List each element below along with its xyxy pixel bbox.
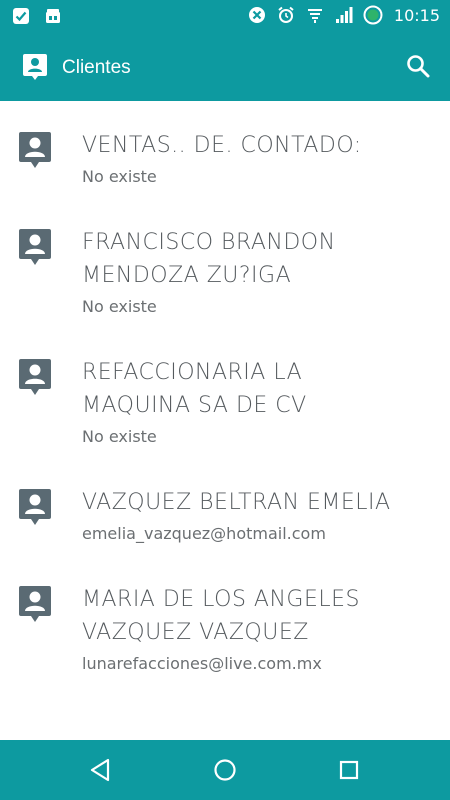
- navigation-bar: [0, 740, 450, 800]
- check-notification-icon: [11, 6, 31, 26]
- client-text: VAZQUEZ BELTRAN EMELIA emelia_vazquez@ho…: [82, 486, 430, 546]
- search-button[interactable]: [404, 52, 432, 80]
- recent-square-icon: [339, 760, 359, 780]
- app-bar: Clientes: [0, 33, 450, 101]
- client-text: REFACCIONARIA LA MAQUINA SA DE CV No exi…: [82, 356, 430, 449]
- client-text: FRANCISCO BRANDON MENDOZA ZU?IGA No exis…: [82, 226, 430, 319]
- search-icon: [407, 55, 430, 78]
- client-list[interactable]: VENTAS.. DE. CONTADO: No existe FRANCISC…: [0, 101, 450, 740]
- alarm-icon: [276, 5, 296, 25]
- client-name: FRANCISCO BRANDON MENDOZA ZU?IGA: [82, 230, 336, 288]
- client-avatar-icon: [18, 131, 52, 171]
- client-detail: No existe: [82, 297, 157, 316]
- store-notification-icon: [43, 6, 63, 26]
- client-detail: No existe: [82, 427, 157, 446]
- client-avatar-icon: [18, 488, 52, 528]
- back-button[interactable]: [85, 755, 115, 785]
- client-list-item[interactable]: MARIA DE LOS ANGELES VAZQUEZ VAZQUEZ lun…: [0, 546, 450, 676]
- home-button[interactable]: [210, 755, 240, 785]
- client-name: VAZQUEZ BELTRAN EMELIA: [82, 490, 391, 515]
- client-avatar-icon: [18, 585, 52, 625]
- status-bar: 10:15: [0, 0, 450, 33]
- client-detail: lunarefacciones@live.com.mx: [82, 654, 322, 673]
- page-title: Clientes: [62, 57, 131, 78]
- client-text: VENTAS.. DE. CONTADO: No existe: [82, 129, 430, 189]
- wifi-icon: [305, 5, 325, 25]
- client-detail: No existe: [82, 167, 157, 186]
- client-name: MARIA DE LOS ANGELES VAZQUEZ VAZQUEZ: [82, 587, 361, 645]
- client-detail: emelia_vazquez@hotmail.com: [82, 524, 326, 543]
- status-system: 10:15: [247, 5, 440, 25]
- client-list-item[interactable]: FRANCISCO BRANDON MENDOZA ZU?IGA No exis…: [0, 189, 450, 319]
- signal-icon: [334, 5, 354, 25]
- blocked-icon: [247, 5, 267, 25]
- back-triangle-icon: [90, 758, 110, 782]
- status-notifications: [11, 6, 63, 26]
- status-time: 10:15: [393, 5, 440, 25]
- client-avatar-icon: [18, 358, 52, 398]
- battery-icon: [363, 5, 383, 25]
- client-name: REFACCIONARIA LA MAQUINA SA DE CV: [82, 360, 307, 418]
- client-name: VENTAS.. DE. CONTADO:: [82, 133, 362, 158]
- home-circle-icon: [214, 759, 236, 781]
- screen: 10:15 Clientes VENTAS.. DE. CONTADO: No …: [0, 0, 450, 800]
- client-text: MARIA DE LOS ANGELES VAZQUEZ VAZQUEZ lun…: [82, 583, 430, 676]
- client-list-item[interactable]: VAZQUEZ BELTRAN EMELIA emelia_vazquez@ho…: [0, 449, 450, 546]
- client-list-item[interactable]: VENTAS.. DE. CONTADO: No existe: [0, 101, 450, 189]
- contact-card-icon: [22, 53, 48, 81]
- recent-apps-button[interactable]: [334, 755, 364, 785]
- client-list-item[interactable]: REFACCIONARIA LA MAQUINA SA DE CV No exi…: [0, 319, 450, 449]
- client-avatar-icon: [18, 228, 52, 268]
